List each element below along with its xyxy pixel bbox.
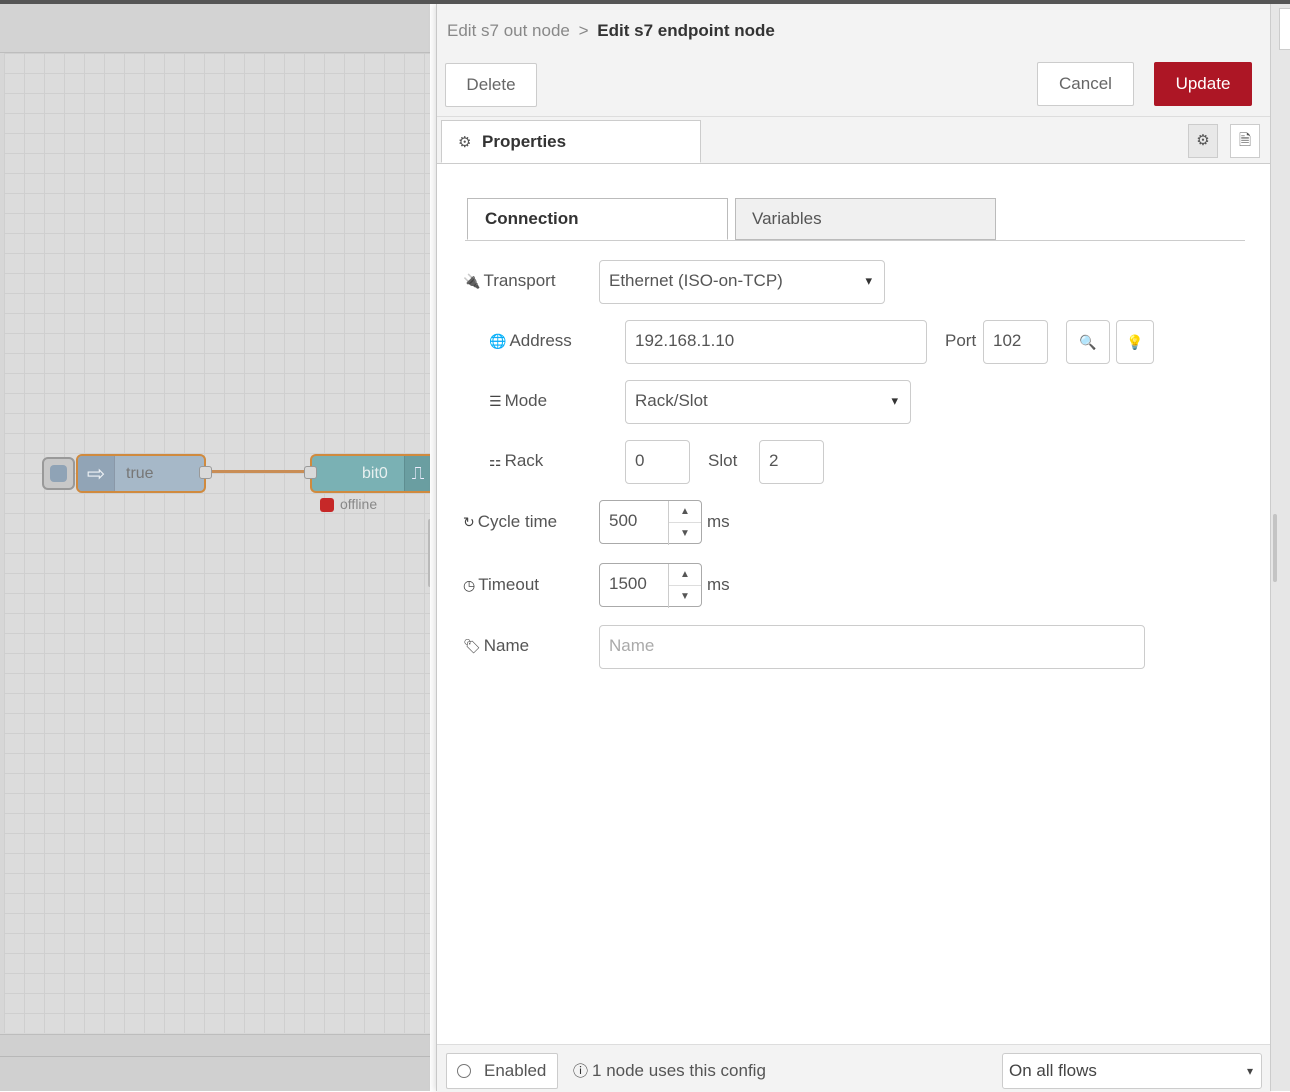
cycle-time-unit: ms (707, 512, 730, 531)
tab-properties-label: Properties (482, 132, 567, 151)
tray-header: Edit s7 out node > Edit s7 endpoint node (437, 4, 1271, 55)
mode-select[interactable]: Rack/Slot ▾ (625, 380, 911, 424)
settings-tab-button[interactable]: ⚙ (1188, 124, 1218, 158)
refresh-icon: ↻ (463, 514, 475, 530)
workspace-footer-divider (0, 1056, 430, 1057)
address-input[interactable]: 192.168.1.10 (625, 320, 927, 364)
tray-toolbar: Delete Cancel Update (437, 54, 1271, 117)
rack-label: ⚏ Rack (489, 451, 544, 470)
workspace-tabs-bar (0, 4, 430, 53)
chevron-down-icon: ▾ (891, 393, 898, 408)
update-button[interactable]: Update (1154, 62, 1252, 106)
name-placeholder: Name (609, 636, 655, 655)
s7-input-port[interactable] (304, 466, 317, 479)
slot-label: Slot (708, 451, 738, 470)
tab-properties[interactable]: ⚙ Properties (441, 120, 701, 163)
name-input[interactable]: Name (599, 625, 1145, 669)
caret-up-icon[interactable]: ▲ (669, 564, 701, 586)
inject-node-label: true (126, 465, 154, 482)
description-tab-button[interactable]: 🗎 (1230, 124, 1260, 158)
timeout-unit: ms (707, 575, 730, 594)
sidebar-collapsed-strip (1270, 4, 1290, 1091)
transport-value: Ethernet (ISO-on-TCP) (609, 271, 783, 290)
scope-value: On all flows (1009, 1061, 1097, 1080)
s7-out-node[interactable]: bit0 ⎍ (310, 454, 430, 493)
tray-footer: Enabled ⓘ 1 node uses this config On all … (437, 1044, 1271, 1092)
flow-workspace[interactable]: ⇨ true bit0 ⎍ offline (0, 4, 430, 1091)
breadcrumb-parent[interactable]: Edit s7 out node (447, 21, 570, 40)
pulse-icon: ⎍ (404, 456, 430, 491)
sidebar-splitter-handle[interactable] (1273, 514, 1277, 582)
tag-icon: 🏷 (463, 638, 481, 654)
gear-icon: ⚙ (1196, 132, 1210, 149)
document-icon: 🗎 (1238, 132, 1252, 149)
port-label: Port (945, 331, 977, 350)
discover-search-button[interactable]: 🔍 (1066, 320, 1110, 364)
cancel-button[interactable]: Cancel (1037, 62, 1134, 106)
scope-select[interactable]: On all flows ▾ (1002, 1053, 1262, 1089)
search-icon: 🔍 (1079, 334, 1097, 350)
enabled-label: Enabled (484, 1061, 547, 1080)
name-label: 🏷 Name (463, 636, 530, 655)
caret-up-icon[interactable]: ▲ (669, 501, 701, 523)
s7-node-label: bit0 (362, 465, 388, 482)
top-border (0, 0, 1290, 4)
flow-wire[interactable] (206, 470, 312, 473)
mode-label: ☰ Mode (489, 391, 548, 410)
breadcrumb-current: Edit s7 endpoint node (597, 21, 775, 40)
inject-output-port[interactable] (199, 466, 212, 479)
rack-input[interactable]: 0 (625, 440, 690, 484)
lightbulb-icon: 💡 (1126, 334, 1144, 350)
chevron-down-icon: ▾ (1246, 1064, 1253, 1078)
cycle-time-stepper[interactable]: ▲ ▼ (668, 501, 701, 545)
transport-label: 🔌 Transport (463, 271, 556, 290)
subtab-variables[interactable]: Variables (735, 198, 996, 240)
timeout-stepper[interactable]: ▲ ▼ (668, 564, 701, 608)
gear-icon: ⚙ (458, 134, 472, 151)
address-label: 🌐 Address (489, 331, 572, 350)
config-subtabs: Connection Variables (465, 198, 1245, 241)
slot-input[interactable]: 2 (759, 440, 824, 484)
globe-icon: 🌐 (489, 333, 507, 349)
caret-down-icon[interactable]: ▼ (669, 586, 701, 607)
chevron-down-icon: ▾ (865, 273, 872, 288)
enabled-toggle[interactable]: Enabled (446, 1053, 558, 1089)
plug-icon: 🔌 (463, 273, 481, 289)
workspace-splitter-handle[interactable] (428, 519, 430, 587)
delete-button[interactable]: Delete (445, 63, 537, 107)
cycle-time-spinner[interactable]: 500 ▲ ▼ (599, 500, 702, 545)
subtab-connection[interactable]: Connection (467, 198, 728, 240)
tray-tabs-bar: ⚙ Properties ⚙ 🗎 (437, 117, 1271, 164)
inject-trigger-button[interactable] (42, 457, 75, 490)
hint-button[interactable]: 💡 (1116, 320, 1154, 364)
status-indicator-icon (320, 498, 334, 512)
sidebar-tab[interactable] (1279, 8, 1290, 50)
timeout-spinner[interactable]: 1500 ▲ ▼ (599, 563, 702, 608)
edit-tray: Edit s7 out node > Edit s7 endpoint node… (436, 4, 1271, 1092)
port-input[interactable]: 102 (983, 320, 1048, 364)
workspace-footer (0, 1034, 430, 1091)
timeout-label: ◷ Timeout (463, 575, 539, 594)
sitemap-icon: ⚏ (489, 453, 502, 469)
breadcrumb-separator: > (578, 21, 589, 40)
timeout-value: 1500 (609, 574, 647, 593)
info-icon: ⓘ (573, 1063, 589, 1080)
caret-down-icon[interactable]: ▼ (669, 523, 701, 544)
arrow-right-icon: ⇨ (78, 456, 115, 491)
config-usage-info: ⓘ 1 node uses this config (573, 1061, 766, 1080)
breadcrumb: Edit s7 out node > Edit s7 endpoint node (447, 21, 775, 41)
cycle-time-label: ↻ Cycle time (463, 512, 558, 531)
mode-value: Rack/Slot (635, 391, 708, 410)
sliders-icon: ☰ (489, 393, 502, 409)
cycle-time-value: 500 (609, 511, 638, 530)
circle-icon (457, 1064, 471, 1078)
workspace-grid[interactable] (4, 53, 430, 1033)
inject-trigger-icon (50, 465, 67, 482)
node-status-text: offline (340, 496, 378, 512)
clock-icon: ◷ (463, 577, 476, 593)
transport-select[interactable]: Ethernet (ISO-on-TCP) ▾ (599, 260, 885, 304)
inject-node[interactable]: ⇨ true (76, 454, 206, 493)
